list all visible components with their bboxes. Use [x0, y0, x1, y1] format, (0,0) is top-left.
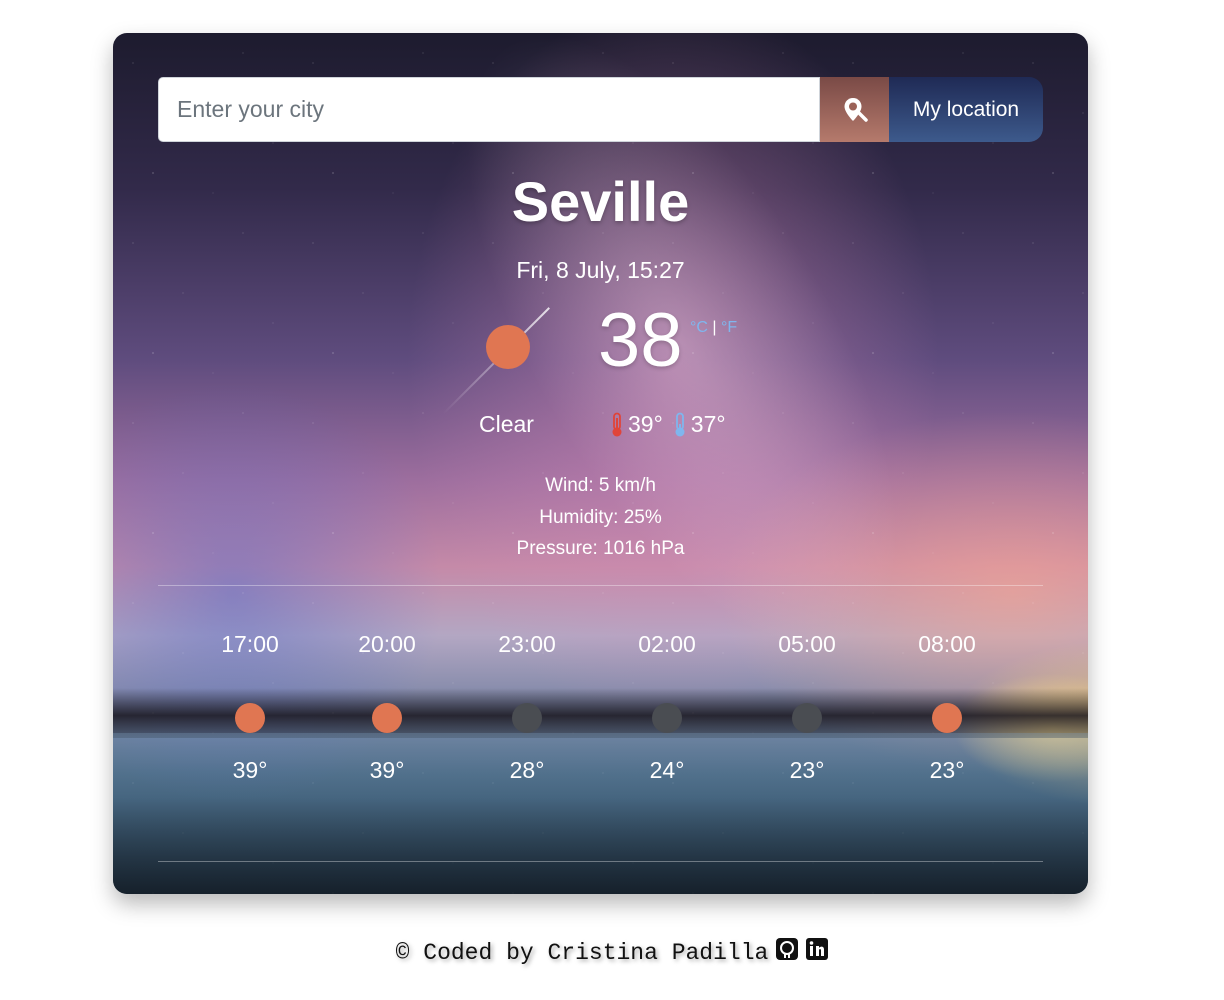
- map-pin-search-icon: [844, 97, 868, 122]
- forecast-temp: 23°: [789, 757, 825, 783]
- pressure-text: Pressure: 1016 hPa: [516, 538, 685, 559]
- forecast-time: 08:00: [918, 631, 976, 657]
- sun-icon: [486, 325, 530, 369]
- celsius-link[interactable]: °C: [690, 319, 708, 336]
- wind-text: Wind: 5 km/h: [545, 475, 656, 496]
- forecast-time: 17:00: [221, 631, 279, 657]
- city-search-input[interactable]: [158, 77, 820, 142]
- moon-icon: [792, 703, 822, 733]
- footer: © Coded by Cristina Padilla: [0, 938, 1224, 967]
- moon-icon: [652, 703, 682, 733]
- divider-top: [158, 585, 1043, 586]
- sun-icon: [932, 703, 962, 733]
- my-location-button[interactable]: My location: [889, 77, 1043, 142]
- forecast-time: 23:00: [498, 631, 556, 657]
- sun-icon: [372, 703, 402, 733]
- current-datetime: Fri, 8 July, 15:27: [516, 257, 685, 283]
- sun-icon: [235, 703, 265, 733]
- forecast-temp: 39°: [369, 757, 405, 783]
- forecast-time: 05:00: [778, 631, 836, 657]
- linkedin-icon: [806, 938, 829, 960]
- forecast-temp: 39°: [232, 757, 268, 783]
- current-temperature: 38: [598, 298, 683, 383]
- weather-details: Wind: 5 km/h Humidity: 25% Pressure: 101…: [113, 470, 1088, 565]
- city-name: Seville: [511, 170, 690, 233]
- min-temp: 37°: [690, 411, 726, 437]
- hourly-forecast: 17:00 39° 20:00 39° 23:00 28° 02:00 24° …: [180, 631, 1020, 801]
- forecast-temp: 23°: [929, 757, 965, 783]
- unit-separator: |: [712, 319, 717, 336]
- forecast-temp: 28°: [509, 757, 545, 783]
- weather-description: Clear: [479, 411, 534, 437]
- search-button[interactable]: [820, 77, 889, 142]
- linkedin-link[interactable]: [806, 938, 829, 967]
- fahrenheit-link[interactable]: °F: [721, 319, 737, 336]
- forecast-item: 02:00 24°: [612, 631, 722, 784]
- github-link[interactable]: [776, 938, 799, 967]
- unit-toggle: °C | °F: [690, 319, 737, 337]
- thermometer-hot-icon: [612, 412, 622, 436]
- forecast-item: 23:00 28°: [472, 631, 582, 784]
- forecast-item: 17:00 39°: [195, 631, 305, 784]
- weather-card: My location Seville Fri, 8 July, 15:27 3…: [113, 33, 1088, 894]
- moon-icon: [512, 703, 542, 733]
- temp-range: 39° 37°: [610, 411, 726, 438]
- forecast-time: 02:00: [638, 631, 696, 657]
- forecast-item: 20:00 39°: [332, 631, 442, 784]
- forecast-item: 08:00 23°: [892, 631, 1002, 784]
- humidity-text: Humidity: 25%: [539, 506, 662, 528]
- forecast-time: 20:00: [358, 631, 416, 657]
- forecast-temp: 24°: [649, 757, 685, 783]
- search-form: My location: [158, 77, 1043, 142]
- github-icon: [776, 938, 799, 960]
- max-temp: 39°: [628, 411, 663, 437]
- forecast-item: 05:00 23°: [752, 631, 862, 784]
- footer-credit: © Coded by Cristina Padilla: [395, 939, 769, 966]
- divider-bottom: [158, 861, 1043, 862]
- thermometer-cold-icon: [675, 412, 685, 436]
